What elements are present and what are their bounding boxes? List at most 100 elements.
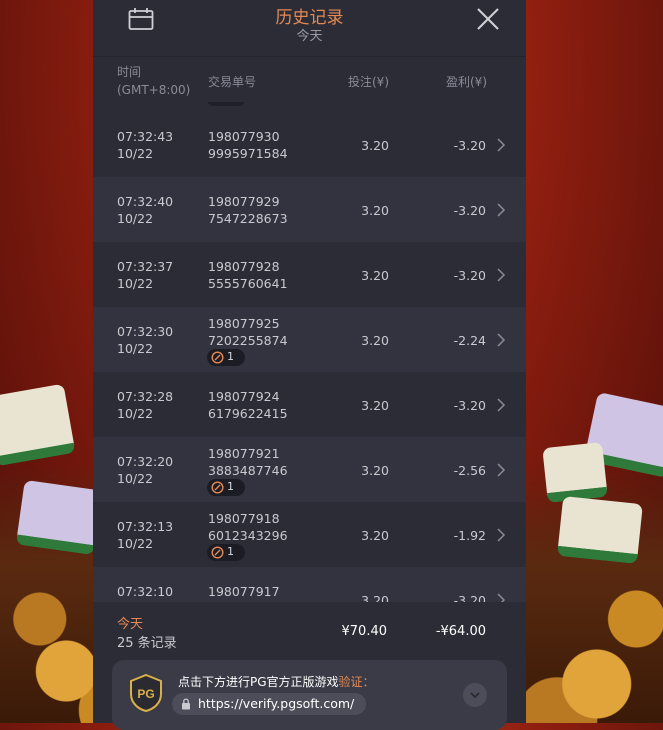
row-transaction-id: 198077921 bbox=[208, 446, 280, 461]
column-bet: 投注(¥) bbox=[348, 75, 389, 89]
row-profit: -3.20 bbox=[453, 593, 486, 602]
table-row[interactable]: 07:32:30 10/22 198077925 7202255874 1 3.… bbox=[93, 307, 526, 372]
free-spin-icon bbox=[211, 546, 224, 559]
row-time: 07:32:28 bbox=[117, 389, 174, 404]
row-bet: 3.20 bbox=[361, 593, 389, 602]
column-timezone: (GMT+8:00) bbox=[117, 83, 191, 97]
row-transaction-id-cont: 6179622415 bbox=[208, 406, 288, 421]
verify-text-highlight: 验证： bbox=[338, 675, 375, 689]
total-profit: -¥64.00 bbox=[435, 624, 486, 639]
verify-url-link[interactable]: https://verify.pgsoft.com/ bbox=[172, 693, 367, 715]
chevron-right-icon bbox=[497, 528, 506, 542]
row-time: 07:32:10 bbox=[117, 584, 174, 599]
row-time: 07:32:13 bbox=[117, 519, 174, 534]
row-date: 10/22 bbox=[117, 471, 154, 486]
table-row[interactable]: 07:32:20 10/22 198077921 3883487746 1 3.… bbox=[93, 437, 526, 502]
verify-url: https://verify.pgsoft.com/ bbox=[198, 696, 355, 711]
table-row[interactable]: 07:32:40 10/22 198077929 7547228673 3.20… bbox=[93, 177, 526, 242]
mahjong-tile-decoration bbox=[15, 479, 103, 556]
row-transaction-id-cont: 3883487746 bbox=[208, 463, 288, 478]
row-date: 10/22 bbox=[117, 341, 154, 356]
table-row[interactable]: 07:32:28 10/22 198077924 6179622415 3.20… bbox=[93, 372, 526, 437]
table-row[interactable]: 07:32:37 10/22 198077928 5555760641 3.20… bbox=[93, 242, 526, 307]
column-transaction: 交易单号 bbox=[208, 75, 257, 89]
row-profit: -1.92 bbox=[453, 528, 486, 543]
row-profit: -3.20 bbox=[453, 203, 486, 218]
row-bet: 3.20 bbox=[361, 463, 389, 478]
free-spin-count: 1 bbox=[227, 350, 234, 363]
row-transaction-id: 198077918 bbox=[208, 511, 280, 526]
column-time: 时间 bbox=[117, 65, 142, 79]
chevron-right-icon bbox=[497, 268, 506, 282]
table-row[interactable]: 07:32:13 10/22 198077918 6012343296 1 3.… bbox=[93, 502, 526, 567]
row-transaction-id-cont: 7202255874 bbox=[208, 333, 288, 348]
chevron-right-icon bbox=[497, 398, 506, 412]
summary-period: 今天 bbox=[117, 617, 144, 632]
row-transaction-id: 198077928 bbox=[208, 259, 280, 274]
row-time: 07:32:37 bbox=[117, 259, 174, 274]
history-header: 历史记录 今天 bbox=[93, 0, 526, 57]
chevron-right-icon bbox=[497, 333, 506, 347]
row-bet: 3.20 bbox=[361, 138, 389, 153]
row-date: 10/22 bbox=[117, 146, 154, 161]
mahjong-tile-decoration bbox=[542, 442, 608, 503]
free-spin-count: 1 bbox=[227, 480, 234, 493]
free-spin-badge: 1 bbox=[207, 544, 245, 561]
row-time: 07:32:30 bbox=[117, 324, 174, 339]
date-filter-label: 今天 bbox=[296, 29, 323, 44]
svg-text:PG: PG bbox=[137, 687, 154, 701]
row-date: 10/22 bbox=[117, 406, 154, 421]
row-profit: -2.56 bbox=[453, 463, 486, 478]
row-transaction-id: 198077917 bbox=[208, 584, 280, 599]
free-spin-badge: 1 bbox=[207, 349, 245, 366]
row-transaction-id: 198077929 bbox=[208, 194, 280, 209]
row-transaction-id-cont: 7547228673 bbox=[208, 211, 288, 226]
row-profit: -3.20 bbox=[453, 268, 486, 283]
row-date: 10/22 bbox=[117, 536, 154, 551]
row-bet: 3.20 bbox=[361, 333, 389, 348]
history-list[interactable]: 07:32:43 10/22 198077930 9995971584 3.20… bbox=[93, 102, 526, 602]
row-time: 07:32:40 bbox=[117, 194, 174, 209]
table-row[interactable]: 07:32:43 10/22 198077930 9995971584 3.20… bbox=[93, 112, 526, 177]
scrolled-badge bbox=[207, 102, 245, 106]
row-transaction-id-cont: 6012343296 bbox=[208, 528, 288, 543]
column-profit: 盈利(¥) bbox=[446, 75, 487, 89]
free-spin-count: 1 bbox=[227, 545, 234, 558]
row-bet: 3.20 bbox=[361, 528, 389, 543]
row-time: 07:32:20 bbox=[117, 454, 174, 469]
total-bet: ¥70.40 bbox=[341, 624, 388, 639]
table-row[interactable]: 07:32:10 198077917 3.20 -3.20 bbox=[93, 567, 526, 602]
row-profit: -3.20 bbox=[453, 398, 486, 413]
row-transaction-id: 198077930 bbox=[208, 129, 280, 144]
record-count: 25 条记录 bbox=[117, 636, 177, 651]
chevron-right-icon bbox=[497, 138, 506, 152]
verify-banner[interactable]: PG 点击下方进行PG官方正版游戏验证： https://verify.pgso… bbox=[112, 660, 507, 730]
row-transaction-id: 198077925 bbox=[208, 316, 280, 331]
row-bet: 3.20 bbox=[361, 398, 389, 413]
verify-text: 点击下方进行PG官方正版游戏验证： bbox=[178, 673, 375, 690]
close-icon[interactable] bbox=[476, 7, 500, 31]
row-bet: 3.20 bbox=[361, 203, 389, 218]
free-spin-icon bbox=[211, 351, 224, 364]
row-time: 07:32:43 bbox=[117, 129, 174, 144]
mahjong-tile-decoration bbox=[557, 495, 643, 565]
history-panel: 历史记录 今天 时间 (GMT+8:00) 交易单号 投注(¥) 盈利(¥) 0… bbox=[93, 0, 526, 723]
row-date: 10/22 bbox=[117, 276, 154, 291]
expand-button[interactable] bbox=[463, 683, 487, 707]
row-bet: 3.20 bbox=[361, 268, 389, 283]
row-transaction-id: 198077924 bbox=[208, 389, 280, 404]
verify-text-main: 点击下方进行PG官方正版游戏 bbox=[178, 675, 339, 689]
chevron-right-icon bbox=[497, 593, 506, 602]
pg-logo: PG bbox=[130, 674, 162, 712]
table-header: 时间 (GMT+8:00) 交易单号 投注(¥) 盈利(¥) bbox=[93, 57, 526, 102]
row-transaction-id-cont: 9995971584 bbox=[208, 146, 288, 161]
free-spin-icon bbox=[211, 481, 224, 494]
row-profit: -2.24 bbox=[453, 333, 486, 348]
summary-footer: 今天 25 条记录 ¥70.40 -¥64.00 bbox=[93, 602, 526, 658]
row-profit: -3.20 bbox=[453, 138, 486, 153]
lock-icon bbox=[182, 698, 190, 710]
row-date: 10/22 bbox=[117, 211, 154, 226]
chevron-right-icon bbox=[497, 463, 506, 477]
free-spin-badge: 1 bbox=[207, 479, 245, 496]
row-transaction-id-cont: 5555760641 bbox=[208, 276, 288, 291]
